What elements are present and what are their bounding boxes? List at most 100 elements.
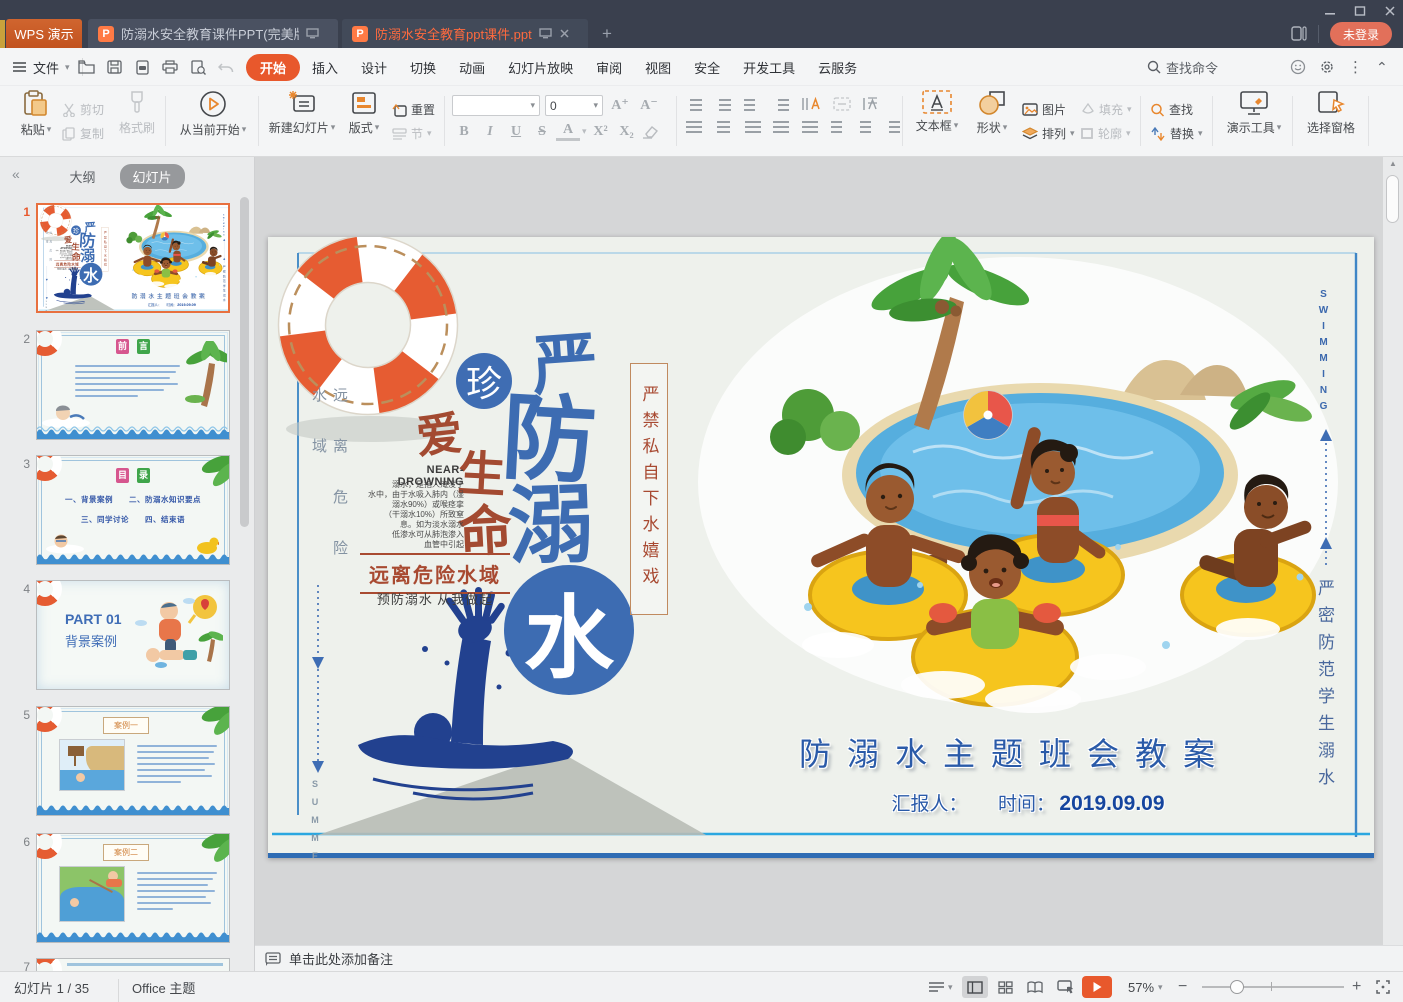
align-center-button[interactable]	[715, 120, 732, 133]
superscript-button[interactable]: X²	[589, 124, 613, 140]
align-left-button[interactable]	[686, 120, 703, 133]
strikethrough-button[interactable]: S	[530, 124, 554, 140]
replace-button[interactable]: 替换▾	[1150, 124, 1203, 143]
normal-view-button[interactable]	[962, 976, 988, 998]
reset-slide-button[interactable]: 重置	[392, 100, 435, 119]
print-preview-button[interactable]	[188, 57, 208, 77]
slideshow-view-button[interactable]	[1052, 976, 1078, 998]
overflow-menu-icon[interactable]: ⋮	[1348, 60, 1363, 75]
bold-button[interactable]: B	[452, 124, 476, 140]
increase-font-button[interactable]: A⁺	[608, 97, 632, 114]
increase-indent-button[interactable]	[773, 98, 790, 111]
file-menu[interactable]: 文件 ▾	[12, 48, 83, 86]
slide-thumbnail-1[interactable]: 远离危险水域 SUMMER 珍 爱 生 命 NEAR-DROWNING 溺水，是…	[36, 203, 230, 313]
slide-layout-button[interactable]: 版式▾	[340, 90, 388, 136]
paste-button[interactable]: 粘贴▾	[12, 90, 60, 138]
selection-pane-button[interactable]: 选择窗格	[1300, 90, 1362, 136]
command-search[interactable]: 查找命令	[1147, 48, 1218, 86]
doc-tab-1[interactable]: P 防溺水安全教育课件PPT(完美版)	[88, 19, 338, 48]
undo-button[interactable]	[216, 57, 236, 77]
notes-toggle-button[interactable]: ▾	[928, 972, 953, 1002]
zoom-slider-knob[interactable]	[1230, 980, 1244, 994]
numbered-list-button[interactable]	[715, 98, 732, 111]
copy-button[interactable]: 复制	[62, 124, 104, 143]
theme-name[interactable]: Office 主题	[132, 972, 195, 1002]
zoom-in-button[interactable]: +	[1352, 972, 1361, 1002]
export-pdf-button[interactable]	[132, 57, 152, 77]
slide-canvas[interactable]: 远离危险水域 SUMMER 珍 爱 生 命 NEAR-DROWNING 溺水，是…	[268, 237, 1374, 858]
underline-button[interactable]: U	[504, 124, 528, 140]
split-view-button[interactable]	[1291, 26, 1307, 41]
slide-thumbnail-2[interactable]: 前 言	[36, 330, 230, 440]
reading-view-button[interactable]	[1022, 976, 1048, 998]
paragraph-spacing-button[interactable]	[860, 120, 877, 133]
decrease-indent-button[interactable]	[744, 98, 761, 111]
shapes-button[interactable]: 形状▾	[968, 90, 1016, 136]
line-spacing-button[interactable]	[831, 120, 848, 133]
zoom-out-button[interactable]: −	[1178, 972, 1187, 1002]
font-color-button[interactable]: A	[556, 122, 580, 141]
print-button[interactable]	[160, 57, 180, 77]
scrollbar-thumb[interactable]	[1386, 175, 1399, 223]
slide-thumbnail-5[interactable]: 案例一	[36, 706, 230, 816]
font-size-combo[interactable]: 0▾	[545, 95, 603, 116]
present-monitor-icon[interactable]	[539, 28, 552, 39]
slide-thumbnail-4[interactable]: PART 01 背景案例	[36, 580, 230, 690]
tab-slides[interactable]: 幻灯片	[120, 164, 185, 189]
shape-outline-button[interactable]: 轮廓▾	[1080, 124, 1132, 143]
save-button[interactable]	[104, 57, 124, 77]
new-tab-button[interactable]: +	[602, 25, 612, 42]
wps-home-button[interactable]: WPS 演示	[6, 19, 82, 48]
play-slideshow-button[interactable]	[1082, 976, 1112, 998]
close-window-button[interactable]	[1377, 2, 1403, 20]
collapse-ribbon-icon[interactable]: ⌃	[1376, 60, 1388, 74]
scroll-up-button[interactable]: ▲	[1383, 159, 1403, 168]
present-monitor-icon[interactable]	[306, 28, 319, 39]
bullet-list-button[interactable]	[686, 98, 703, 111]
fit-window-button[interactable]	[1376, 972, 1390, 1002]
menu-tab-security[interactable]: 安全	[683, 54, 731, 81]
decrease-font-button[interactable]: A⁻	[637, 97, 661, 114]
font-family-combo[interactable]: ▾	[452, 95, 540, 116]
section-button[interactable]: 节▾	[392, 124, 435, 143]
tab-outline[interactable]: 大纲	[69, 167, 95, 186]
textbox-button[interactable]: 文本框▾	[910, 90, 964, 134]
new-slide-button[interactable]: 新建幻灯片▾	[264, 90, 340, 136]
doc-tab-2-active[interactable]: P 防溺水安全教育ppt课件.ppt	[342, 19, 588, 48]
feedback-smiley-icon[interactable]	[1290, 59, 1306, 75]
slide-thumbnail-7[interactable]	[36, 958, 230, 971]
italic-button[interactable]: I	[478, 124, 502, 140]
cut-button[interactable]: 剪切	[62, 100, 104, 119]
justify-button[interactable]	[773, 120, 790, 133]
collapse-panel-button[interactable]: «	[12, 166, 20, 182]
menu-tab-home[interactable]: 开始	[246, 54, 300, 81]
settings-gear-icon[interactable]	[1319, 59, 1335, 75]
find-button[interactable]: 查找	[1150, 100, 1203, 119]
slide-thumbnail-3[interactable]: 目 录 一、背景案例 二、防溺水知识要点 三、同学讨论 四、结束语	[36, 455, 230, 565]
text-box-columns-button[interactable]	[833, 97, 851, 111]
menu-tab-devtools[interactable]: 开发工具	[732, 54, 806, 81]
subscript-button[interactable]: X₂	[615, 124, 639, 140]
align-right-button[interactable]	[744, 120, 761, 133]
shape-fill-button[interactable]: 填充▾	[1080, 100, 1132, 119]
slide-sorter-button[interactable]	[992, 976, 1018, 998]
zoom-slider-track[interactable]	[1202, 986, 1344, 988]
text-direction-button[interactable]	[802, 97, 821, 111]
menu-tab-design[interactable]: 设计	[350, 54, 398, 81]
slide-thumbnail-6[interactable]: 案例二	[36, 833, 230, 943]
present-tools-button[interactable]: 演示工具▾	[1220, 90, 1288, 136]
menu-tab-transition[interactable]: 切换	[399, 54, 447, 81]
menu-tab-cloud[interactable]: 云服务	[807, 54, 868, 81]
insert-picture-button[interactable]: 图片	[1022, 100, 1075, 119]
login-button[interactable]: 未登录	[1330, 22, 1392, 46]
menu-tab-review[interactable]: 审阅	[585, 54, 633, 81]
vertical-align-button[interactable]	[863, 97, 881, 111]
maximize-button[interactable]	[1347, 2, 1373, 20]
format-painter-button[interactable]: 格式刷	[112, 90, 162, 136]
notes-bar[interactable]: 单击此处添加备注	[255, 945, 1403, 971]
clear-format-button[interactable]	[641, 125, 659, 139]
menu-tab-slideshow[interactable]: 幻灯片放映	[497, 54, 584, 81]
zoom-level[interactable]: 57% ▾	[1128, 972, 1163, 1002]
panel-scrollbar[interactable]	[240, 197, 249, 527]
spacing-options-button[interactable]	[889, 120, 906, 133]
